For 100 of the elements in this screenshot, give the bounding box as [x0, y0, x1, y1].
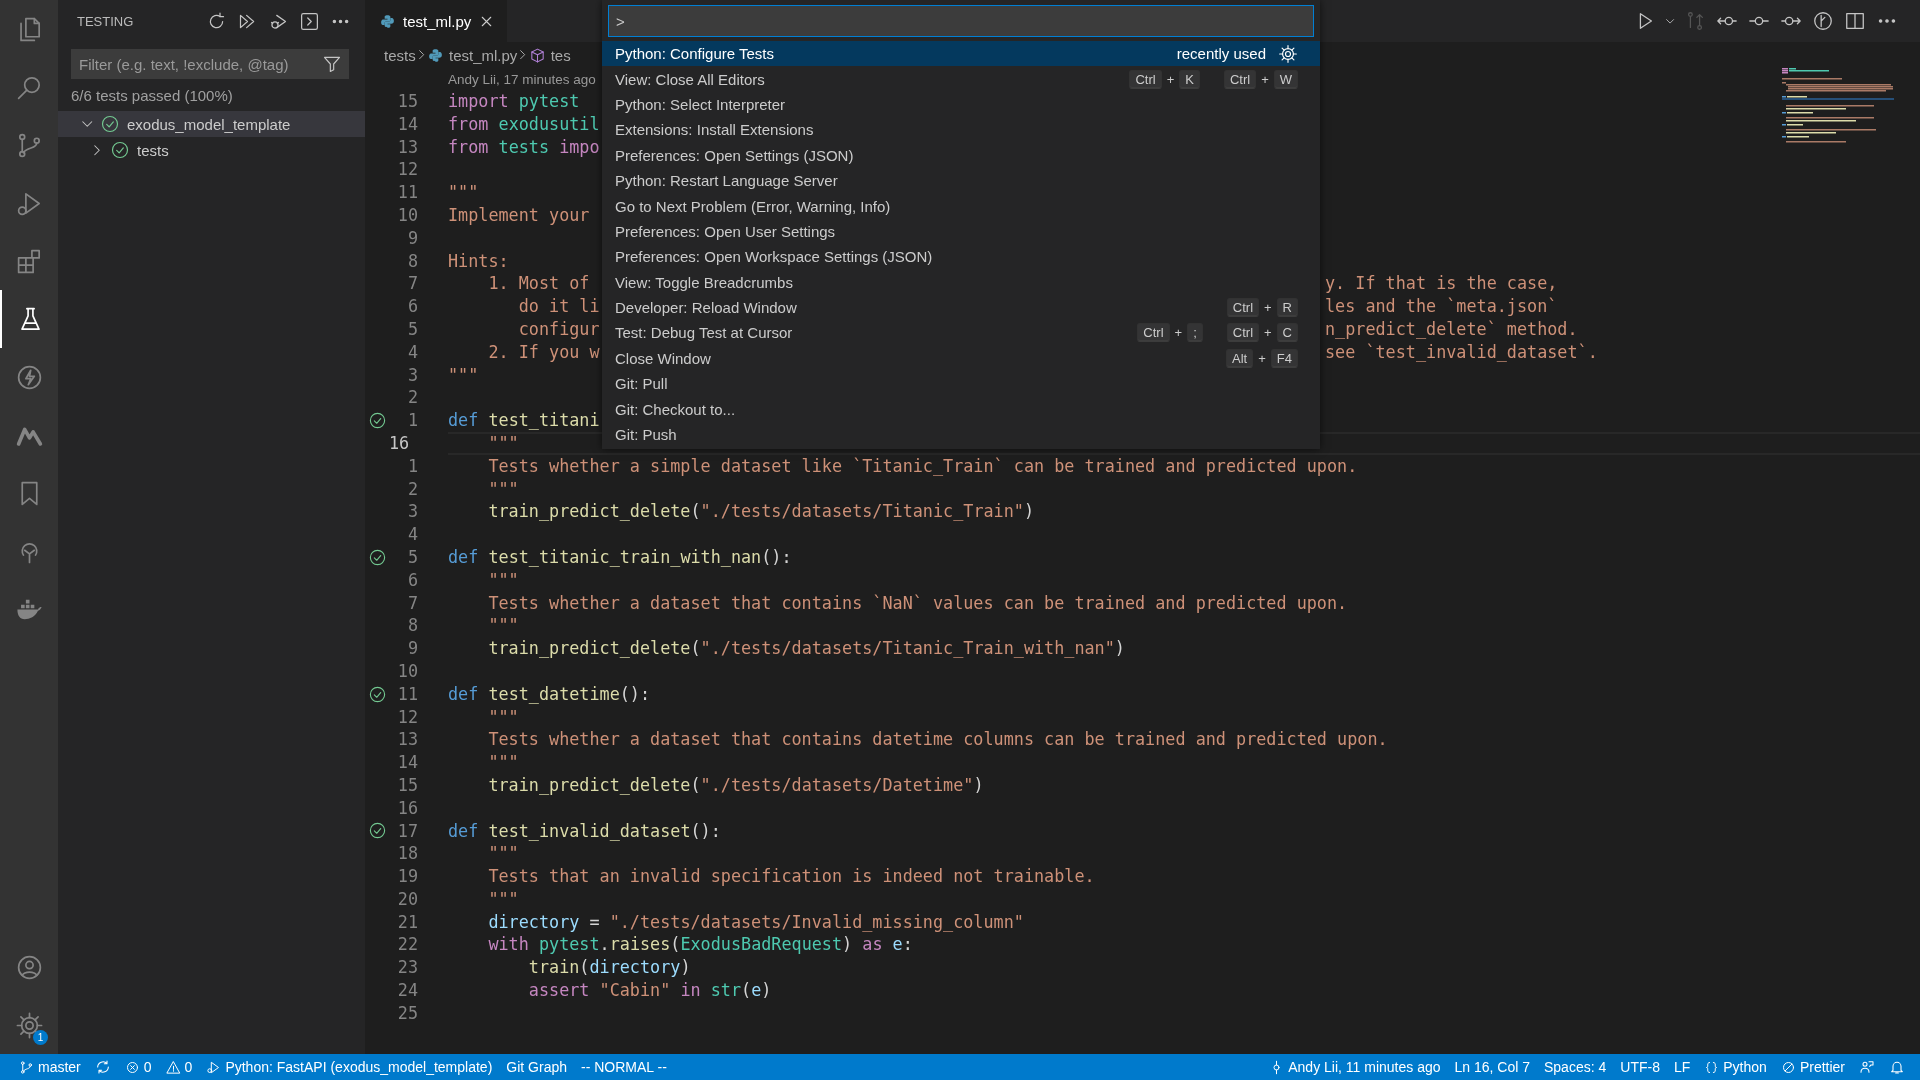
breadcrumb-item[interactable]: tes	[550, 46, 571, 64]
line-number: 15	[397, 91, 418, 111]
tree-item[interactable]: tests	[58, 137, 365, 163]
chevron-right-icon	[520, 50, 526, 60]
braces-icon	[1704, 1059, 1720, 1075]
bell-icon[interactable]	[1889, 1059, 1905, 1075]
line-number: 3	[407, 364, 418, 385]
command-item[interactable]: Developer: Reload Window Ctrl + R	[602, 294, 1320, 321]
code-line: see `test_invalid_dataset`.	[1325, 340, 1598, 364]
editor-tab[interactable]: test_ml.py	[365, 0, 508, 42]
blame-annotation[interactable]: Andy Lii, 17 minutes ago	[448, 71, 596, 87]
status-item[interactable]: Spaces: 4	[1537, 1059, 1614, 1075]
line-number: 6	[407, 569, 418, 590]
code-line: les and the `meta.json`	[1325, 295, 1558, 318]
command-item[interactable]: Preferences: Open Settings (JSON)	[602, 142, 1320, 168]
command-item[interactable]: Test: Debug Test at Cursor Ctrl + ; Ctrl + C	[602, 320, 1320, 346]
tree-item[interactable]: exodus_model_template	[58, 111, 365, 137]
split-editor-icon[interactable]	[1844, 10, 1866, 32]
code-line: def test_datetime():	[448, 682, 651, 706]
sync-icon[interactable]	[94, 1059, 111, 1075]
key-cap: Ctrl	[1129, 69, 1162, 89]
error-icon	[124, 1059, 140, 1075]
code-line: """	[487, 614, 519, 638]
panel-title: TESTING	[77, 13, 135, 29]
key-cap: R	[1276, 298, 1298, 318]
status-item[interactable]: -- NORMAL --	[574, 1059, 674, 1075]
filter-icon[interactable]	[322, 54, 342, 74]
command-input[interactable]: >	[608, 5, 1314, 37]
code-line: """	[487, 705, 519, 729]
status-item[interactable]: Git Graph	[499, 1059, 574, 1075]
code-line: n_predict_delete` method.	[1325, 317, 1578, 341]
command-item[interactable]: Extensions: Install Extensions	[602, 117, 1320, 143]
key-cap: F4	[1270, 348, 1298, 368]
code-line: from exodusutil	[448, 112, 600, 136]
code-line: Tests whether a dataset that contains datetime columns can be trained and predicted upon.	[487, 728, 1388, 752]
code-line: do it li	[517, 295, 600, 318]
line-number: 8	[407, 615, 418, 636]
status-item[interactable]: Prettier	[1773, 1059, 1852, 1075]
key-cap: K	[1179, 69, 1200, 89]
recently-used-label: recently used	[1176, 45, 1266, 63]
command-item[interactable]: Go to Next Problem (Error, Warning, Info)	[602, 193, 1320, 219]
code-line: 2. If you w	[487, 340, 600, 364]
code-line: Implement your	[448, 204, 590, 227]
chevron-down-icon	[81, 121, 93, 127]
check-circle-icon[interactable]	[367, 821, 387, 841]
command-item[interactable]: Python: Select Interpreter	[602, 91, 1320, 118]
status-item[interactable]: 0	[117, 1059, 159, 1075]
check-circle-icon[interactable]	[367, 547, 387, 567]
branch-icon	[19, 1059, 34, 1075]
status-item[interactable]: 0	[158, 1059, 200, 1075]
breadcrumb-item[interactable]: test_ml.py	[449, 46, 518, 64]
check-circle-icon[interactable]	[367, 411, 387, 431]
line-number: 4	[407, 341, 418, 362]
code-line: Tests that an invalid specification is indeed not trainable.	[487, 865, 1095, 888]
filter-field[interactable]: Filter (e.g. text, !exclude, @tag)	[71, 49, 349, 79]
settings-icon[interactable]	[1278, 43, 1298, 64]
code-line: """	[487, 431, 519, 455]
status-item[interactable]: LF	[1666, 1059, 1698, 1075]
code-line: """	[487, 568, 519, 592]
status-item[interactable]: Python	[1697, 1059, 1774, 1075]
command-item[interactable]: Close Window Alt + F4	[602, 345, 1320, 372]
command-item[interactable]: View: Toggle Breadcrumbs	[602, 269, 1320, 295]
command-item[interactable]: Python: Restart Language Server	[602, 167, 1320, 194]
command-item[interactable]: Git: Pull	[602, 371, 1320, 397]
line-number: 16	[389, 432, 410, 453]
code-line: def test_invalid_dataset():	[448, 819, 721, 843]
terminal-icon[interactable]	[299, 10, 320, 32]
line-number: 5	[407, 318, 418, 339]
status-item[interactable]: master	[12, 1059, 88, 1075]
line-number: 18	[397, 843, 418, 864]
graph-icon[interactable]	[1812, 10, 1834, 32]
code-line: Hints:	[448, 249, 509, 273]
line-number: 1	[407, 410, 418, 431]
feedback-icon[interactable]	[1859, 1059, 1875, 1075]
check-circle-icon[interactable]	[367, 684, 387, 704]
code-line: """	[487, 477, 519, 501]
blocked-icon	[1780, 1059, 1796, 1075]
line-number: 12	[397, 159, 418, 180]
key-cap: C	[1276, 323, 1298, 343]
status-item[interactable]: Ln 16, Col 7	[1447, 1059, 1537, 1075]
line-number: 10	[397, 660, 418, 681]
status-item[interactable]: Andy Lii, 11 minutes ago	[1262, 1059, 1448, 1075]
code-line: """	[487, 751, 519, 774]
line-number: 23	[397, 957, 418, 978]
chevron-down-icon[interactable]	[1665, 18, 1674, 24]
command-item[interactable]: Git: Checkout to...	[602, 396, 1320, 422]
command-item[interactable]: Git: Push	[602, 421, 1320, 448]
code-line: train_predict_delete("./tests/datasets/Titanic_Train_with_nan")	[487, 637, 1125, 660]
breadcrumb-item[interactable]: tests	[384, 46, 416, 64]
key-cap: W	[1273, 69, 1298, 89]
command-item[interactable]: Python: Configure Tests recently used	[602, 41, 1320, 67]
line-number: 14	[397, 113, 418, 134]
status-item[interactable]: Python: FastAPI (exodus_model_template)	[199, 1059, 500, 1075]
command-item[interactable]: View: Close All Editors Ctrl + K Ctrl + W	[602, 66, 1320, 92]
code-line: import pytest	[448, 90, 580, 113]
command-item[interactable]: Preferences: Open Workspace Settings (JSON)	[602, 244, 1320, 270]
code-line: """	[487, 887, 519, 911]
status-item[interactable]: UTF-8	[1613, 1059, 1667, 1075]
line-number: 20	[397, 888, 418, 909]
command-item[interactable]: Preferences: Open User Settings	[602, 218, 1320, 245]
